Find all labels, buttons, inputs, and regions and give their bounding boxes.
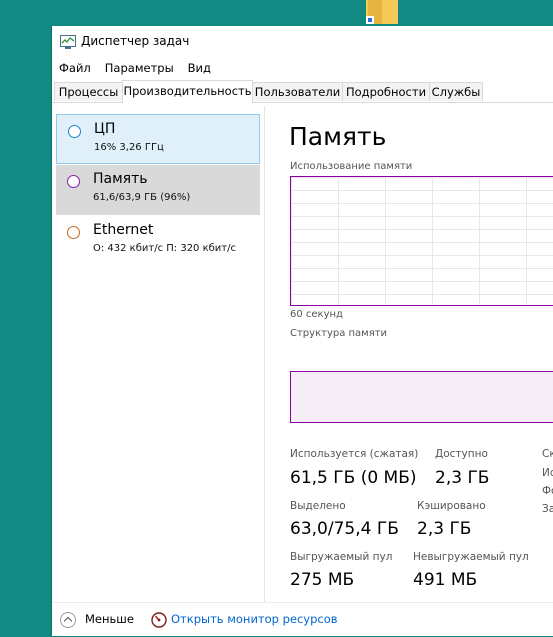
sidebar-item-detail: О: 432 кбит/с П: 320 кбит/с (93, 243, 236, 254)
folder-icon[interactable] (366, 0, 398, 24)
available-label: Доступно (435, 448, 488, 460)
committed-value: 63,0/75,4 ГБ (290, 519, 399, 539)
memory-panel: Память Использование памяти 60 секунд Ст… (265, 106, 553, 602)
menu-view[interactable]: Вид (181, 58, 218, 78)
tab-processes[interactable]: Процессы (54, 82, 123, 101)
available-value: 2,3 ГБ (435, 468, 490, 488)
task-manager-window: Диспетчер задач Файл Параметры Вид Проце… (52, 26, 553, 636)
memory-usage-graph (290, 176, 553, 306)
committed-label: Выделено (290, 500, 346, 512)
menu-file[interactable]: Файл (52, 58, 98, 78)
nonpaged-pool-value: 491 МБ (413, 570, 478, 590)
clipped-label-slots: Ис (542, 467, 553, 479)
cpu-ring-icon (68, 125, 81, 138)
memory-ring-icon (67, 175, 80, 188)
structure-caption: Структура памяти (290, 328, 388, 339)
clipped-label-reserved: За (542, 503, 553, 515)
time-span-caption: 60 секунд (290, 309, 343, 320)
resource-list: ЦП 16% 3,26 ГГц Память 61,6/63,9 ГБ (96%… (52, 106, 265, 602)
nonpaged-pool-label: Невыгружаемый пул (413, 551, 529, 563)
tab-services[interactable]: Службы (429, 82, 483, 101)
clipped-label-speed: Ск (542, 448, 553, 460)
sidebar-item-ethernet[interactable]: Ethernet О: 432 кбит/с П: 320 кбит/с (56, 216, 260, 266)
paged-pool-label: Выгружаемый пул (290, 551, 393, 563)
in-use-label: Используется (сжатая) (290, 448, 419, 460)
resource-monitor-icon[interactable] (151, 612, 167, 628)
memory-structure-bar (290, 371, 553, 423)
paged-pool-value: 275 МБ (290, 570, 355, 590)
in-use-value: 61,5 ГБ (0 МБ) (290, 468, 417, 488)
title-bar[interactable]: Диспетчер задач (52, 26, 553, 58)
sidebar-item-label: ЦП (94, 121, 116, 137)
sidebar-item-memory[interactable]: Память 61,6/63,9 ГБ (96%) (56, 165, 260, 215)
fewer-details-button[interactable]: Меньше (85, 612, 134, 626)
task-manager-app-icon (60, 35, 76, 49)
clipped-label-form: Фо (542, 485, 553, 497)
open-resource-monitor-link[interactable]: Открыть монитор ресурсов (171, 612, 338, 626)
tab-performance[interactable]: Производительность (122, 80, 253, 103)
usage-caption: Использование памяти (290, 161, 413, 172)
window-title: Диспетчер задач (81, 34, 190, 48)
cached-label: Кэшировано (417, 500, 486, 512)
tab-details[interactable]: Подробности (342, 82, 430, 101)
menu-options[interactable]: Параметры (98, 58, 181, 78)
footer: Меньше Открыть монитор ресурсов (52, 602, 553, 637)
ethernet-ring-icon (67, 226, 80, 239)
menu-bar: Файл Параметры Вид (52, 58, 553, 78)
chevron-up-icon[interactable] (60, 612, 76, 628)
sidebar-item-label: Ethernet (93, 222, 154, 238)
sidebar-item-detail: 16% 3,26 ГГц (94, 142, 164, 153)
tab-strip: Процессы Производительность Пользователи… (52, 80, 553, 103)
page-title: Память (289, 122, 387, 151)
cached-value: 2,3 ГБ (417, 519, 472, 539)
sidebar-item-cpu[interactable]: ЦП 16% 3,26 ГГц (56, 114, 260, 164)
sidebar-item-detail: 61,6/63,9 ГБ (96%) (93, 192, 191, 203)
tab-users[interactable]: Пользователи (252, 82, 343, 101)
sidebar-item-label: Память (93, 171, 148, 187)
